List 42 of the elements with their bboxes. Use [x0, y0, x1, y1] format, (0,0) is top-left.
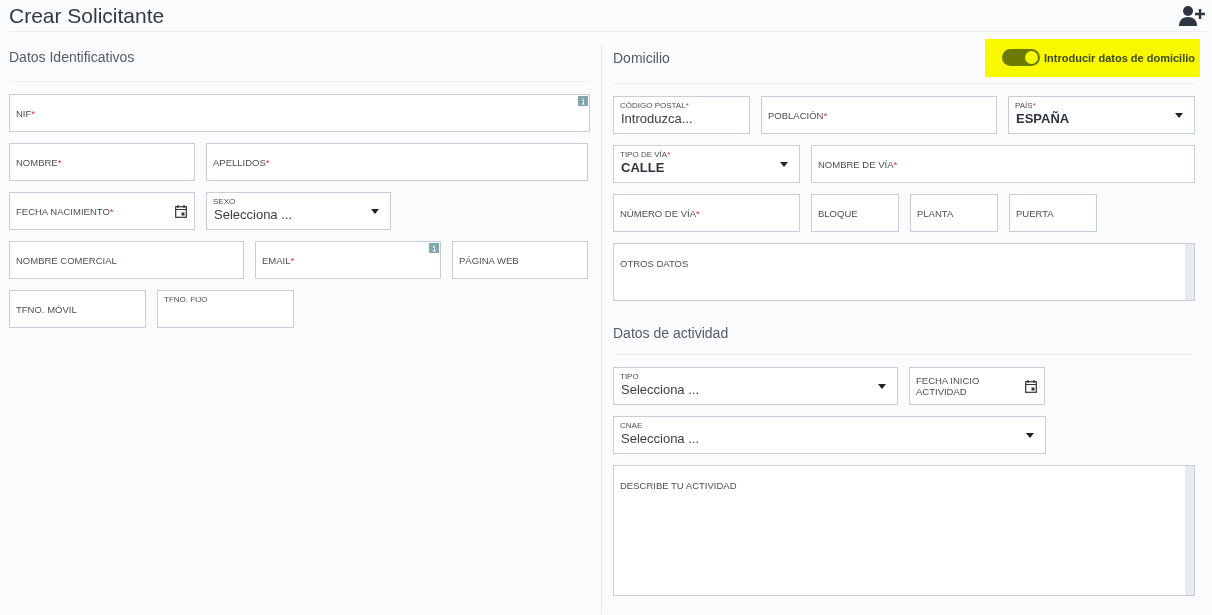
input-field[interactable]: BLOQUE: [811, 194, 899, 232]
section-heading: Datos Identificativos: [9, 48, 135, 65]
calendar-icon[interactable]: [175, 205, 187, 218]
input-field[interactable]: TFNO. FIJO: [157, 290, 294, 328]
input-field[interactable]: NOMBRE*: [9, 143, 195, 181]
input-field[interactable]: PÁGINA WEB: [452, 241, 588, 279]
scrollbar[interactable]: [1185, 466, 1194, 595]
text-area[interactable]: OTROS DATOS: [613, 243, 1195, 301]
date-field[interactable]: FECHA NACIMIENTO*: [9, 192, 195, 230]
section-heading: Datos de actividad: [613, 325, 729, 341]
input-field[interactable]: NOMBRE COMERCIAL: [9, 241, 244, 279]
toggle-label: Introducir datos de domicilio: [1044, 51, 1195, 64]
add-user-icon[interactable]: [1179, 4, 1205, 27]
input-field[interactable]: NÚMERO DE VÍA*: [613, 194, 800, 232]
dropdown-field[interactable]: SEXO Selecciona ...: [206, 192, 391, 230]
input-field[interactable]: TFNO. MÓVIL: [9, 290, 146, 328]
section-heading: Domicilio: [613, 49, 670, 66]
calendar-icon[interactable]: [1025, 380, 1037, 393]
dropdown-field[interactable]: CNAE Selecciona ...: [613, 416, 1046, 454]
caret-icon: [878, 384, 886, 389]
input-field[interactable]: NIF*: [9, 94, 590, 132]
dropdown-field[interactable]: TIPO DE VÍA* CALLE: [613, 145, 800, 183]
input-field[interactable]: NOMBRE DE VÍA*: [811, 145, 1195, 183]
page-title: Crear Solicitante: [9, 3, 165, 28]
input-field[interactable]: CÓDIGO POSTAL* Introduzca...: [613, 96, 750, 134]
caret-icon: [1175, 113, 1183, 118]
caret-icon: [780, 162, 788, 167]
caret-icon: [1026, 433, 1034, 438]
caret-icon: [371, 209, 379, 214]
dropdown-field[interactable]: PAÍS* ESPAÑA: [1008, 96, 1195, 134]
scrollbar[interactable]: [1185, 244, 1194, 300]
dropdown-field[interactable]: TIPO Selecciona ...: [613, 367, 898, 405]
info-icon[interactable]: [578, 96, 588, 106]
text-area[interactable]: DESCRIBE TU ACTIVIDAD: [613, 465, 1195, 596]
input-field[interactable]: PLANTA: [910, 194, 998, 232]
input-field[interactable]: PUERTA: [1009, 194, 1097, 232]
toggle-switch[interactable]: [1002, 49, 1041, 66]
info-icon[interactable]: [429, 243, 439, 253]
input-field[interactable]: EMAIL*: [255, 241, 441, 279]
date-field[interactable]: FECHA INICIO ACTIVIDAD: [909, 367, 1045, 405]
input-field[interactable]: POBLACIÓN*: [761, 96, 997, 134]
input-field[interactable]: APELLIDOS*: [206, 143, 588, 181]
